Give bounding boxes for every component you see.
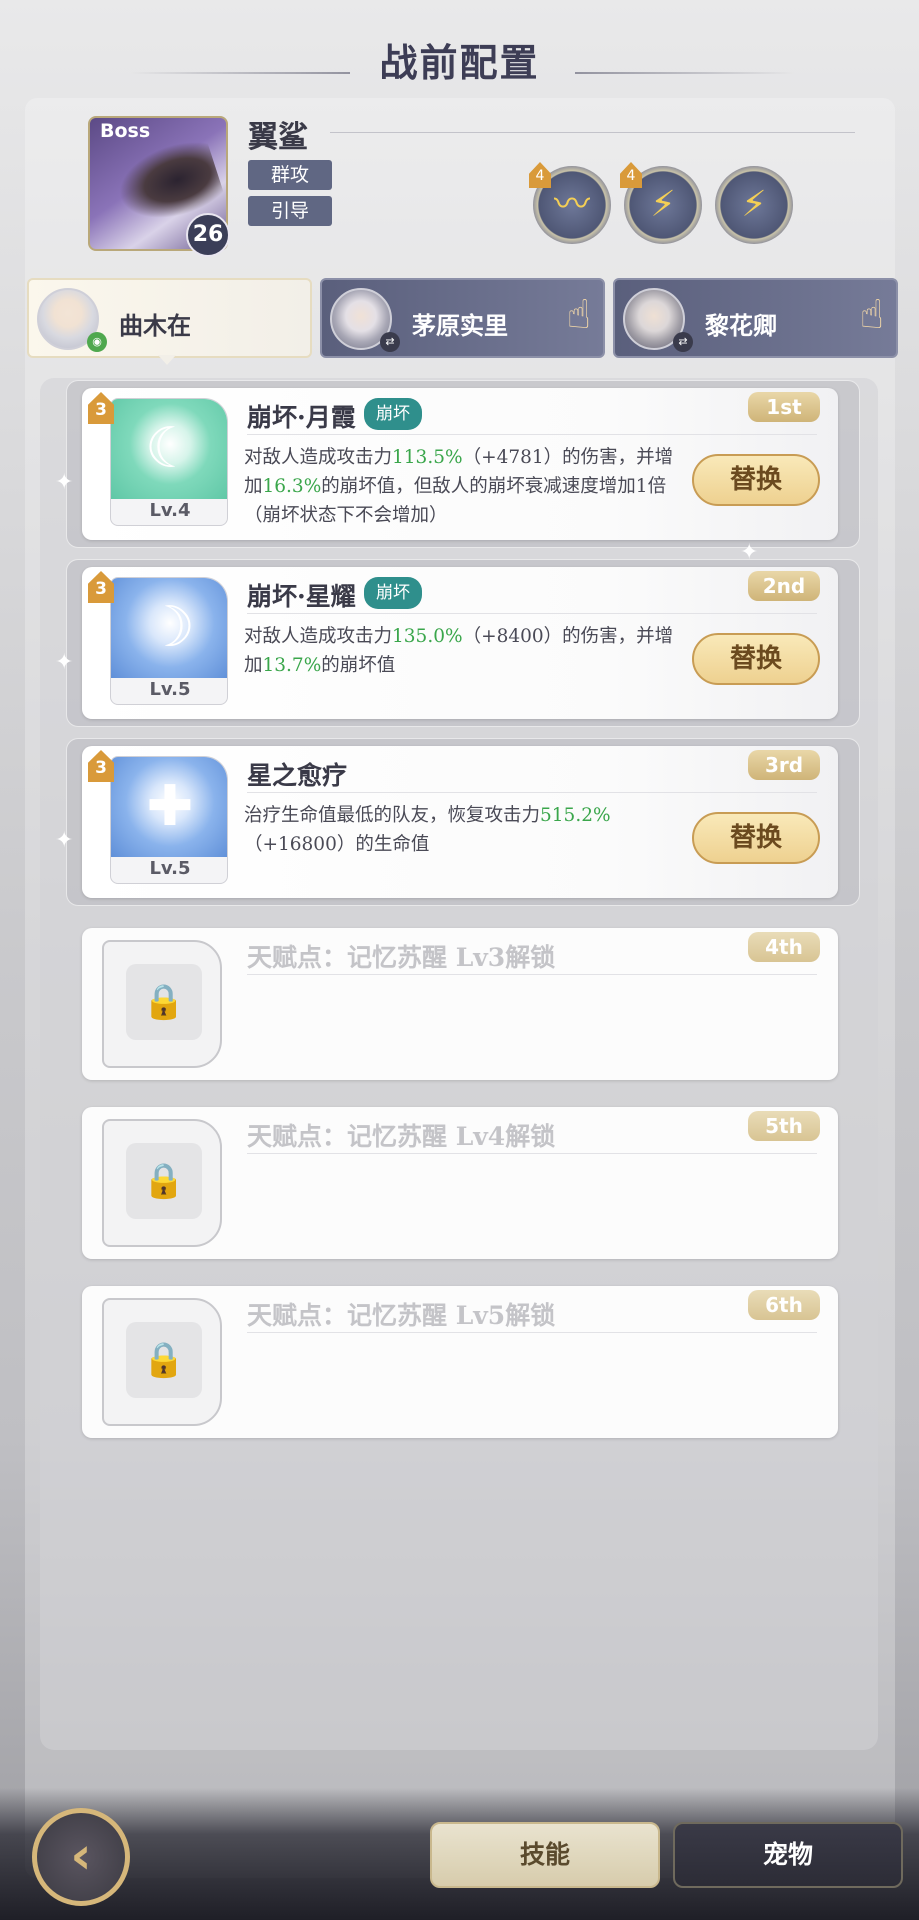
unlock-requirement: 天赋点：记忆苏醒 Lv5解锁 xyxy=(247,1301,556,1330)
skill-type-tag: 崩坏 xyxy=(364,398,422,430)
unlock-requirement: 天赋点：记忆苏醒 Lv4解锁 xyxy=(247,1122,556,1151)
slot-badge: 2nd xyxy=(748,571,820,601)
skill-description: 对敌人造成攻击力113.5%（+4781）的伤害，并增加16.3%的崩坏值，但敌… xyxy=(244,447,674,526)
locked-slot-5: 🔒 天赋点：记忆苏醒 Lv4解锁 5th xyxy=(82,1107,838,1259)
skill-description: 治疗生命值最低的队友，恢复攻击力515.2%（+16800）的生命值 xyxy=(244,805,611,855)
page-title: 战前配置 xyxy=(379,40,540,85)
skill-level: Lv.5 xyxy=(149,858,191,879)
character-name: 黎花卿 xyxy=(705,311,777,340)
tab-character-2[interactable]: ⇄ 茅原实里 ☝ xyxy=(320,278,605,358)
title-bar: 战前配置 xyxy=(0,22,919,92)
replace-button[interactable]: 替换 xyxy=(692,812,820,864)
tap-hand-icon: ☝ xyxy=(566,292,591,338)
skill-level: Lv.4 xyxy=(149,500,191,521)
rank-badge: 3 xyxy=(88,750,114,782)
title-divider-right xyxy=(575,72,795,74)
boss-level-badge: 26 xyxy=(186,213,230,257)
unlock-requirement: 天赋点：记忆苏醒 Lv3解锁 xyxy=(247,943,556,972)
locked-slot-frame: 🔒 xyxy=(102,1298,222,1426)
boss-tag-aoe: 群攻 xyxy=(248,160,332,190)
moon-icon: ☾ xyxy=(144,416,196,481)
lock-icon: 🔒 xyxy=(142,1340,186,1380)
skill-icon: ☽ Lv.5 xyxy=(110,577,228,705)
skill-name: 崩坏·星耀 xyxy=(247,582,356,611)
back-button[interactable]: ‹ xyxy=(32,1808,130,1906)
skill-type-tag: 崩坏 xyxy=(364,577,422,609)
boss-tag-channel: 引导 xyxy=(248,196,332,226)
healing-cross-icon: ✚ xyxy=(146,774,194,839)
slot-badge: 6th xyxy=(748,1290,820,1320)
locked-slot-4: 🔒 天赋点：记忆苏醒 Lv3解锁 4th xyxy=(82,928,838,1080)
skill-icon: ☾ Lv.4 xyxy=(110,398,228,526)
active-tab-pointer xyxy=(158,355,176,365)
boss-badge: Boss xyxy=(100,120,151,142)
locked-slot-6: 🔒 天赋点：记忆苏醒 Lv5解锁 6th xyxy=(82,1286,838,1438)
skill-card-2[interactable]: ☽ Lv.5 3 崩坏·星耀 崩坏 2nd 对敌人造成攻击力135.0%（+84… xyxy=(82,567,838,719)
skill-card-1[interactable]: ☾ Lv.4 3 崩坏·月霞 崩坏 1st 对敌人造成攻击力113.5%（+47… xyxy=(82,388,838,540)
sparkle-icon: ✦ xyxy=(55,828,74,853)
rank-badge: 3 xyxy=(88,392,114,424)
chevron-left-icon: ‹ xyxy=(70,1826,92,1886)
slot-badge: 4th xyxy=(748,932,820,962)
crescent-star-icon: ☽ xyxy=(144,595,196,660)
lock-icon: 🔒 xyxy=(142,982,186,1022)
lock-icon: 🔒 xyxy=(142,1161,186,1201)
slot-badge: 1st xyxy=(748,392,820,422)
skill-level: Lv.5 xyxy=(149,679,191,700)
skill-description: 对敌人造成攻击力135.0%（+8400）的伤害，并增加13.7%的崩坏值 xyxy=(244,626,674,676)
slot-badge: 3rd xyxy=(748,750,820,780)
replace-button[interactable]: 替换 xyxy=(692,633,820,685)
tab-character-3[interactable]: ⇄ 黎花卿 ☝ xyxy=(613,278,898,358)
skill-name: 星之愈疗 xyxy=(247,761,348,790)
slot-badge: 5th xyxy=(748,1111,820,1141)
pet-button[interactable]: 宠物 xyxy=(673,1822,903,1888)
locked-slot-frame: 🔒 xyxy=(102,1119,222,1247)
skill-icon: ✚ Lv.5 xyxy=(110,756,228,884)
lightning-icon[interactable]: ⚡ 4 xyxy=(620,162,702,244)
lightning-icon[interactable]: ⚡ xyxy=(715,166,793,244)
skill-card-3[interactable]: ✚ Lv.5 3 星之愈疗 3rd 治疗生命值最低的队友，恢复攻击力515.2%… xyxy=(82,746,838,898)
replace-button[interactable]: 替换 xyxy=(692,454,820,506)
locked-slot-frame: 🔒 xyxy=(102,940,222,1068)
boss-name-divider xyxy=(330,132,855,133)
skill-button[interactable]: 技能 xyxy=(430,1822,660,1888)
rank-badge: 3 xyxy=(88,571,114,603)
skill-name: 崩坏·月霞 xyxy=(247,403,356,432)
swap-icon: ⇄ xyxy=(673,332,693,352)
sparkle-icon: ✦ xyxy=(55,470,74,495)
wind-slash-icon[interactable]: 〰 4 xyxy=(529,162,611,244)
character-name: 茅原实里 xyxy=(412,311,508,340)
tap-hand-icon: ☝ xyxy=(859,292,884,338)
sparkle-icon: ✦ xyxy=(55,650,74,675)
swap-icon: ⇄ xyxy=(380,332,400,352)
character-name: 曲木在 xyxy=(119,311,191,340)
tab-character-1[interactable]: ◉ 曲木在 xyxy=(27,278,312,358)
sparkle-icon: ✦ xyxy=(740,540,759,565)
boss-name: 翼鲨 xyxy=(248,120,308,155)
signal-icon: ◉ xyxy=(87,332,107,352)
